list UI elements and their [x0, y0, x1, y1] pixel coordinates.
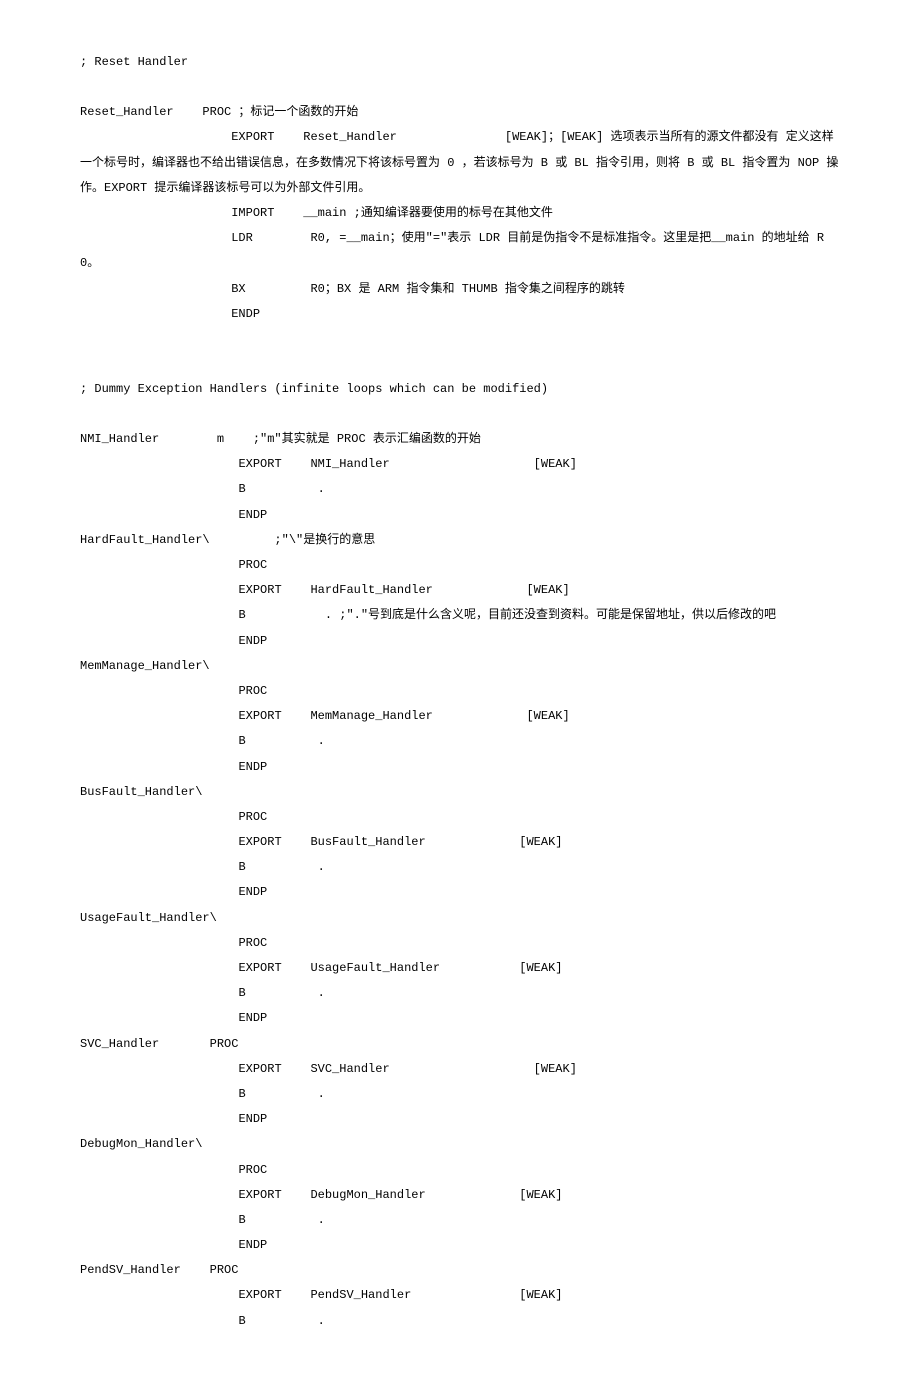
blank-line — [80, 402, 840, 427]
code-line: B . — [80, 1082, 840, 1107]
code-line: IMPORT __main ;通知编译器要使用的标号在其他文件 — [80, 201, 840, 226]
code-line: EXPORT DebugMon_Handler [WEAK] — [80, 1183, 840, 1208]
code-line: HardFault_Handler\ ;"\"是换行的意思 — [80, 528, 840, 553]
code-line: PROC — [80, 679, 840, 704]
code-line: PROC — [80, 805, 840, 830]
code-line: EXPORT NMI_Handler [WEAK] — [80, 452, 840, 477]
code-line: B . — [80, 1309, 840, 1334]
code-line: EXPORT MemManage_Handler [WEAK] — [80, 704, 840, 729]
code-line: ENDP — [80, 1233, 840, 1258]
code-line: ENDP — [80, 503, 840, 528]
code-line: Reset_Handler PROC ；标记一个函数的开始 — [80, 100, 840, 125]
code-line: ENDP — [80, 1107, 840, 1132]
code-line: PROC — [80, 931, 840, 956]
code-line: ENDP — [80, 755, 840, 780]
code-line: ; Reset Handler — [80, 50, 840, 75]
code-line: B . — [80, 1208, 840, 1233]
code-line: B . — [80, 855, 840, 880]
code-line: ENDP — [80, 1006, 840, 1031]
blank-line — [80, 75, 840, 100]
code-line: MemManage_Handler\ — [80, 654, 840, 679]
code-line: PROC — [80, 553, 840, 578]
code-line: SVC_Handler PROC — [80, 1032, 840, 1057]
code-line: UsageFault_Handler\ — [80, 906, 840, 931]
code-line: B . — [80, 477, 840, 502]
code-line: EXPORT PendSV_Handler [WEAK] — [80, 1283, 840, 1308]
code-line: BusFault_Handler\ — [80, 780, 840, 805]
code-line: B . — [80, 981, 840, 1006]
code-line: EXPORT SVC_Handler [WEAK] — [80, 1057, 840, 1082]
code-line: PROC — [80, 1158, 840, 1183]
code-line: EXPORT HardFault_Handler [WEAK] — [80, 578, 840, 603]
code-line: DebugMon_Handler\ — [80, 1132, 840, 1157]
code-line: EXPORT Reset_Handler [WEAK]；[WEAK] 选项表示当… — [80, 125, 840, 201]
code-line: ENDP — [80, 880, 840, 905]
code-line: NMI_Handler m ;"m"其实就是 PROC 表示汇编函数的开始 — [80, 427, 840, 452]
code-line: PendSV_Handler PROC — [80, 1258, 840, 1283]
code-line: ; Dummy Exception Handlers (infinite loo… — [80, 377, 840, 402]
code-line: EXPORT UsageFault_Handler [WEAK] — [80, 956, 840, 981]
blank-line — [80, 327, 840, 377]
document-body: ; Reset Handler Reset_Handler PROC ；标记一个函… — [80, 50, 840, 1334]
code-line: EXPORT BusFault_Handler [WEAK] — [80, 830, 840, 855]
code-line: ENDP — [80, 629, 840, 654]
code-line: ENDP — [80, 302, 840, 327]
code-line: B . — [80, 729, 840, 754]
code-line: LDR R0, =__main；使用"="表示 LDR 目前是伪指令不是标准指令… — [80, 226, 840, 276]
code-line: BX R0；BX 是 ARM 指令集和 THUMB 指令集之间程序的跳转 — [80, 277, 840, 302]
code-line: B . ;"."号到底是什么含义呢，目前还没查到资料。可能是保留地址，供以后修改… — [80, 603, 840, 628]
